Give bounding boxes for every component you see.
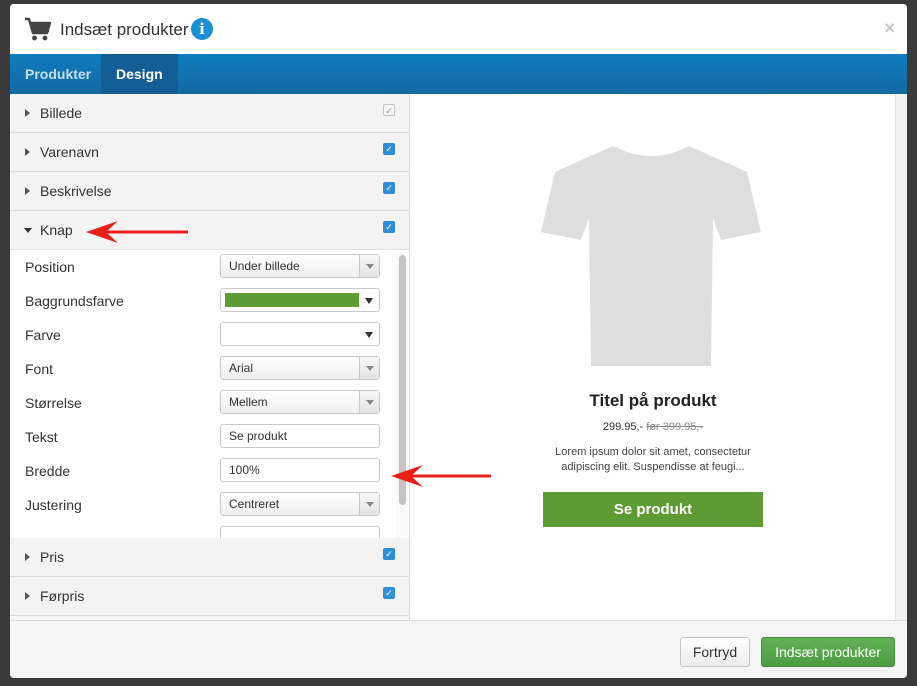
preview-scroll-edge bbox=[895, 94, 907, 620]
size-select[interactable]: Mellem bbox=[220, 390, 380, 414]
color-swatch bbox=[225, 293, 359, 307]
design-settings-panel: Billede ✓ Varenavn ✓ Beskrivelse ✓ Knap … bbox=[10, 94, 410, 620]
varenavn-checkbox[interactable]: ✓ bbox=[383, 143, 395, 155]
setting-label: Font bbox=[25, 361, 54, 377]
text-color-picker[interactable] bbox=[220, 322, 380, 346]
caret-right-icon bbox=[25, 187, 30, 195]
background-color-picker[interactable] bbox=[220, 288, 380, 312]
section-forpris[interactable]: Førpris ✓ bbox=[10, 577, 409, 616]
select-value: Centreret bbox=[229, 497, 280, 511]
preview-product-title: Titel på produkt bbox=[589, 391, 717, 410]
caret-right-icon bbox=[25, 148, 30, 156]
pris-checkbox[interactable]: ✓ bbox=[383, 548, 395, 560]
close-icon[interactable]: × bbox=[884, 18, 895, 39]
preview-old-price: før 399.95,- bbox=[646, 421, 704, 433]
caret-right-icon bbox=[25, 553, 30, 561]
setting-position: Position Under billede bbox=[10, 250, 395, 284]
tab-produkter[interactable]: Produkter bbox=[10, 54, 106, 94]
setting-tekst: Tekst Se produkt bbox=[10, 420, 395, 454]
preview-product-button[interactable]: Se produkt bbox=[543, 492, 763, 527]
caret-right-icon bbox=[25, 592, 30, 600]
setting-storrelse: Størrelse Mellem bbox=[10, 386, 395, 420]
setting-label: Tekst bbox=[25, 429, 58, 445]
section-varenavn[interactable]: Varenavn ✓ bbox=[10, 133, 409, 172]
dialog-header: Indsæt produkter i × bbox=[10, 4, 907, 54]
tab-bar: Produkter Design bbox=[10, 54, 907, 94]
setting-label: Baggrundsfarve bbox=[25, 293, 124, 309]
billede-checkbox[interactable]: ✓ bbox=[383, 104, 395, 116]
chevron-down-icon bbox=[359, 357, 379, 379]
forpris-checkbox[interactable]: ✓ bbox=[383, 587, 395, 599]
insert-products-dialog: Indsæt produkter i × Produkter Design Bi… bbox=[10, 4, 907, 678]
font-select[interactable]: Arial bbox=[220, 356, 380, 380]
annotation-arrow-icon bbox=[86, 221, 188, 243]
position-select[interactable]: Under billede bbox=[220, 254, 380, 278]
preview-prices: 299.95,- før 399.95,- bbox=[411, 421, 895, 433]
section-billede[interactable]: Billede ✓ bbox=[10, 94, 409, 133]
section-label: Varenavn bbox=[40, 144, 99, 160]
input-value: Se produkt bbox=[229, 429, 288, 443]
setting-partial bbox=[10, 522, 395, 538]
annotation-arrow-icon bbox=[391, 465, 491, 487]
chevron-down-icon bbox=[359, 391, 379, 413]
product-preview: Titel på produkt 299.95,- før 399.95,- L… bbox=[411, 94, 895, 620]
select-value: Arial bbox=[229, 361, 254, 375]
info-icon[interactable]: i bbox=[191, 18, 213, 40]
select-value: Under billede bbox=[229, 259, 300, 273]
setting-label: Farve bbox=[25, 327, 61, 343]
setting-font: Font Arial bbox=[10, 352, 395, 386]
section-label: Førpris bbox=[40, 588, 85, 604]
setting-label: Bredde bbox=[25, 463, 71, 479]
cart-icon bbox=[25, 17, 52, 41]
partial-control[interactable] bbox=[220, 526, 380, 538]
button-width-input[interactable]: 100% bbox=[220, 458, 380, 482]
section-label: Beskrivelse bbox=[40, 183, 112, 199]
chevron-down-icon bbox=[365, 298, 373, 304]
setting-label: Størrelse bbox=[25, 395, 82, 411]
setting-farve: Farve bbox=[10, 318, 395, 352]
setting-bredde: Bredde 100% bbox=[10, 454, 395, 488]
section-label: Knap bbox=[40, 222, 73, 238]
insert-products-button[interactable]: Indsæt produkter bbox=[761, 637, 895, 667]
input-value: 100% bbox=[229, 463, 260, 477]
setting-label: Justering bbox=[25, 497, 82, 513]
alignment-select[interactable]: Centreret bbox=[220, 492, 380, 516]
knap-checkbox[interactable]: ✓ bbox=[383, 221, 395, 233]
chevron-down-icon bbox=[359, 255, 379, 277]
section-pris[interactable]: Pris ✓ bbox=[10, 538, 409, 577]
section-label: Pris bbox=[40, 549, 65, 565]
dialog-footer: Fortryd Indsæt produkter bbox=[10, 620, 907, 678]
preview-description-line: Lorem ipsum dolor sit amet, consectetur bbox=[555, 446, 751, 458]
setting-label: Position bbox=[25, 259, 75, 275]
chevron-down-icon bbox=[359, 493, 379, 515]
section-label: Billede bbox=[40, 105, 83, 121]
button-text-input[interactable]: Se produkt bbox=[220, 424, 380, 448]
section-knap[interactable]: Knap ✓ bbox=[10, 211, 409, 250]
section-beskrivelse[interactable]: Beskrivelse ✓ bbox=[10, 172, 409, 211]
beskrivelse-checkbox[interactable]: ✓ bbox=[383, 182, 395, 194]
chevron-down-icon bbox=[365, 332, 373, 338]
caret-down-icon bbox=[24, 228, 32, 233]
setting-justering: Justering Centreret bbox=[10, 488, 395, 522]
tshirt-placeholder-icon bbox=[541, 146, 761, 366]
select-value: Mellem bbox=[229, 395, 268, 409]
caret-right-icon bbox=[25, 109, 30, 117]
knap-settings: Position Under billede Baggrundsfarve Fa… bbox=[10, 250, 409, 538]
cancel-button[interactable]: Fortryd bbox=[680, 637, 750, 667]
preview-price: 299.95,- bbox=[602, 421, 644, 433]
dialog-title: Indsæt produkter bbox=[60, 20, 189, 39]
setting-baggrundsfarve: Baggrundsfarve bbox=[10, 284, 395, 318]
tab-design[interactable]: Design bbox=[101, 54, 178, 94]
